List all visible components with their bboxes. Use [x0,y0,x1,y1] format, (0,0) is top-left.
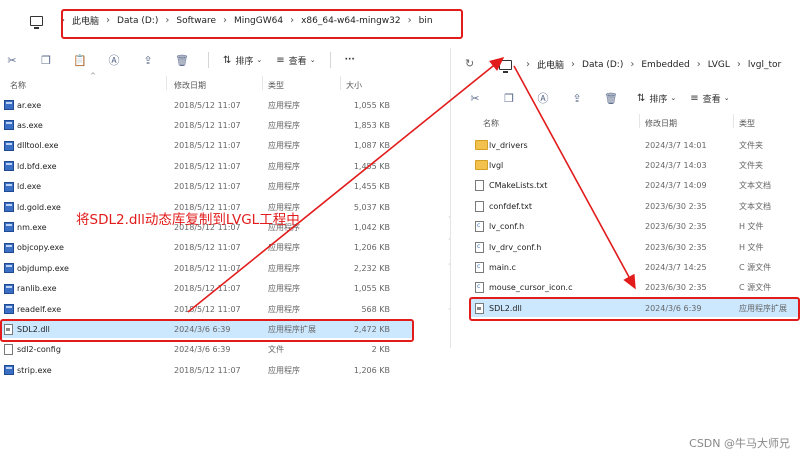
arrow-path-to-target-folder [187,56,505,313]
annotation-arrows [187,56,636,313]
watermark: CSDN @牛马大师兄 [689,437,790,450]
arrow-to-pasted-dll [513,65,636,290]
